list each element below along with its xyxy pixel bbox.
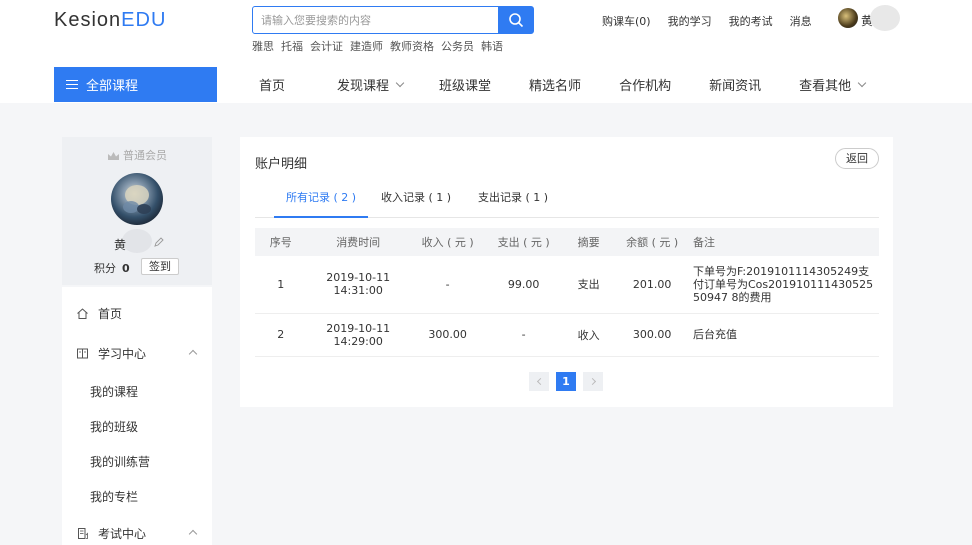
tab-income-records[interactable]: 收入记录 ( 1 ) bbox=[369, 183, 463, 218]
points-value: 0 bbox=[122, 262, 130, 275]
book-icon bbox=[77, 348, 88, 358]
pagination: 1 bbox=[529, 372, 603, 391]
profile-card: 普通会员 黄 积分 0 bbox=[62, 137, 212, 285]
document-icon bbox=[78, 527, 88, 539]
next-page-button[interactable] bbox=[583, 372, 603, 391]
redacted-name-blur bbox=[870, 5, 900, 31]
hot-word-civil-servant[interactable]: 公务员 bbox=[441, 38, 474, 54]
tab-all-records[interactable]: 所有记录 ( 2 ) bbox=[274, 183, 369, 218]
table-row: 2 2019-10-11 14:29:00 300.00 - 收入 300.00 … bbox=[255, 313, 879, 357]
tab-expense-records[interactable]: 支出记录 ( 1 ) bbox=[466, 183, 560, 218]
column-header: 收入 ( 元 ) bbox=[409, 228, 486, 256]
hot-search-words: 雅思 托福 会计证 建造师 教师资格 公务员 韩语 bbox=[252, 38, 503, 54]
logo[interactable]: KesionEDU bbox=[54, 9, 166, 32]
my-exam-link[interactable]: 我的考试 bbox=[729, 13, 773, 29]
hot-word-toefl[interactable]: 托福 bbox=[281, 38, 303, 54]
cell-no: 2 bbox=[255, 313, 307, 357]
nav-teachers[interactable]: 精选名师 bbox=[529, 75, 581, 94]
sidebar-item-home[interactable]: 首页 bbox=[62, 298, 212, 328]
cart-link[interactable]: 购课车(0) bbox=[602, 13, 651, 29]
sidebar-item-study-center[interactable]: 学习中心 bbox=[62, 338, 212, 368]
nav-partners[interactable]: 合作机构 bbox=[619, 75, 671, 94]
account-details-card: 账户明细 返回 所有记录 ( 2 ) 收入记录 ( 1 ) 支出记录 ( 1 )… bbox=[240, 137, 893, 407]
cell-remark: 下单号为F:2019101114305249支付订单号为Cos201910111… bbox=[688, 256, 879, 314]
back-button[interactable]: 返回 bbox=[835, 148, 879, 169]
crown-icon bbox=[108, 152, 119, 160]
nav-home[interactable]: 首页 bbox=[259, 75, 285, 94]
cell-balance: 201.00 bbox=[615, 256, 689, 314]
record-tabs: 所有记录 ( 2 ) 收入记录 ( 1 ) 支出记录 ( 1 ) bbox=[255, 183, 879, 218]
all-courses-button[interactable]: 全部课程 bbox=[54, 67, 217, 102]
profile-name: 黄 bbox=[114, 238, 127, 252]
column-header: 消费时间 bbox=[306, 228, 410, 256]
my-study-link[interactable]: 我的学习 bbox=[668, 13, 712, 29]
sidebar-menu: 首页 学习中心 我的课程 我的班级 我的训练营 我的专栏 考试中心 bbox=[62, 287, 212, 545]
records-table: 序号 消费时间 收入 ( 元 ) 支出 ( 元 ) 摘要 余额 ( 元 ) 备注… bbox=[255, 228, 879, 357]
chevron-right-icon bbox=[588, 377, 596, 386]
prev-page-button[interactable] bbox=[529, 372, 549, 391]
member-level: 普通会员 bbox=[62, 147, 212, 163]
column-header: 支出 ( 元 ) bbox=[485, 228, 562, 256]
cell-income: 300.00 bbox=[409, 313, 486, 357]
column-header: 序号 bbox=[255, 228, 307, 256]
avatar-image bbox=[123, 185, 151, 214]
points: 积分 0 bbox=[94, 262, 130, 275]
redacted-name-blur bbox=[122, 229, 152, 253]
cell-summary: 收入 bbox=[561, 313, 616, 357]
home-icon bbox=[77, 307, 88, 319]
nav-news[interactable]: 新闻资讯 bbox=[709, 75, 761, 94]
cell-expense: 99.00 bbox=[485, 256, 562, 314]
hot-word-teacher[interactable]: 教师资格 bbox=[390, 38, 434, 54]
chevron-up-icon bbox=[188, 349, 198, 359]
chevron-down-icon bbox=[395, 78, 405, 88]
search-box bbox=[252, 6, 534, 34]
hot-word-constructor[interactable]: 建造师 bbox=[350, 38, 383, 54]
chevron-up-icon bbox=[188, 529, 198, 539]
table-header-row: 序号 消费时间 收入 ( 元 ) 支出 ( 元 ) 摘要 余额 ( 元 ) 备注 bbox=[255, 228, 879, 256]
hot-word-ielts[interactable]: 雅思 bbox=[252, 38, 274, 54]
sidebar-item-exam-center[interactable]: 考试中心 bbox=[62, 518, 212, 545]
top-header: KesionEDU 雅思 托福 会计证 建造师 教师资格 公务员 韩语 购课车(… bbox=[0, 0, 972, 103]
nav-discover-courses[interactable]: 发现课程 bbox=[337, 75, 405, 94]
main-nav: 首页 发现课程 班级课堂 精选名师 合作机构 新闻资讯 查看其他 bbox=[259, 67, 867, 102]
top-links: 购课车(0) 我的学习 我的考试 消息 bbox=[602, 13, 812, 29]
column-header: 摘要 bbox=[561, 228, 616, 256]
search-button[interactable] bbox=[498, 7, 533, 33]
column-header: 余额 ( 元 ) bbox=[615, 228, 689, 256]
avatar[interactable] bbox=[838, 8, 858, 28]
cell-time: 2019-10-11 14:31:00 bbox=[306, 256, 410, 314]
column-header: 备注 bbox=[688, 228, 879, 256]
cell-time: 2019-10-11 14:29:00 bbox=[306, 313, 410, 357]
messages-link[interactable]: 消息 bbox=[790, 13, 812, 29]
cell-income: - bbox=[409, 256, 486, 314]
sidebar-item-my-camps[interactable]: 我的训练营 bbox=[90, 453, 150, 470]
sidebar-item-my-classes[interactable]: 我的班级 bbox=[90, 418, 138, 435]
chevron-down-icon bbox=[857, 78, 867, 88]
nav-class-room[interactable]: 班级课堂 bbox=[439, 75, 491, 94]
page-title: 账户明细 bbox=[255, 157, 308, 172]
hot-word-accounting[interactable]: 会计证 bbox=[310, 38, 343, 54]
page-number-current[interactable]: 1 bbox=[556, 372, 576, 391]
hot-word-korean[interactable]: 韩语 bbox=[481, 38, 503, 54]
menu-icon bbox=[66, 79, 78, 90]
profile-avatar[interactable] bbox=[111, 173, 163, 225]
cell-remark: 后台充值 bbox=[688, 313, 879, 357]
sidebar-item-my-courses[interactable]: 我的课程 bbox=[90, 383, 138, 400]
cell-summary: 支出 bbox=[561, 256, 616, 314]
table-row: 1 2019-10-11 14:31:00 - 99.00 支出 201.00 下… bbox=[255, 256, 879, 314]
sidebar-item-my-columns[interactable]: 我的专栏 bbox=[90, 488, 138, 505]
search-icon bbox=[508, 13, 523, 28]
checkin-button[interactable]: 签到 bbox=[141, 258, 179, 275]
cell-balance: 300.00 bbox=[615, 313, 689, 357]
cell-expense: - bbox=[485, 313, 562, 357]
search-input[interactable] bbox=[253, 7, 499, 33]
cell-no: 1 bbox=[255, 256, 307, 314]
nav-more[interactable]: 查看其他 bbox=[799, 75, 867, 94]
chevron-left-icon bbox=[536, 377, 544, 386]
edit-icon[interactable] bbox=[154, 237, 164, 247]
